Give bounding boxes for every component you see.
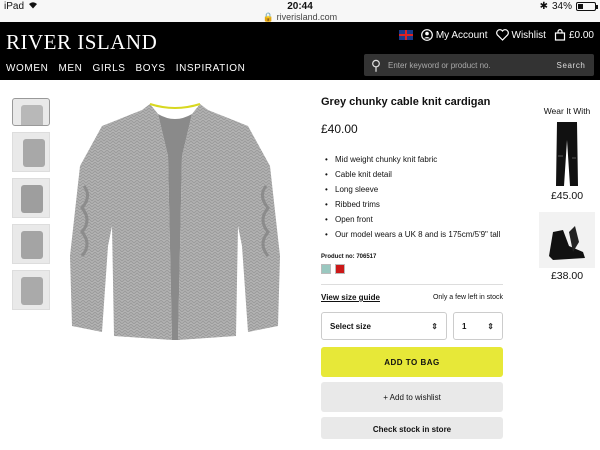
feature-item: Ribbed trims xyxy=(321,197,503,212)
product-price: £40.00 xyxy=(321,122,358,136)
nav-women[interactable]: WOMEN xyxy=(6,63,48,74)
feature-item: Our model wears a UK 8 and is 175cm/5'9"… xyxy=(321,227,503,242)
main-product-image[interactable] xyxy=(62,96,288,344)
updown-chevron-icon: ⇕ xyxy=(431,321,438,331)
selectors: Select size ⇕ 1 ⇕ xyxy=(321,312,503,340)
thumbnail-5[interactable] xyxy=(12,270,50,310)
size-select[interactable]: Select size ⇕ xyxy=(321,312,447,340)
nav-inspiration[interactable]: INSPIRATION xyxy=(176,63,246,74)
swatch-red[interactable] xyxy=(335,264,345,274)
wishlist-button[interactable]: Wishlist xyxy=(495,29,546,41)
heart-icon xyxy=(495,29,509,41)
back-thumb-image xyxy=(21,231,43,259)
search-input[interactable] xyxy=(388,60,548,70)
feature-item: Long sleeve xyxy=(321,182,503,197)
feature-item: Mid weight chunky knit fabric xyxy=(321,152,503,167)
feature-item: Open front xyxy=(321,212,503,227)
size-select-value: Select size xyxy=(330,321,371,331)
recommendation-price: £38.00 xyxy=(550,270,584,282)
swatch-grey[interactable] xyxy=(321,264,331,274)
search-bar: ⚲ Search xyxy=(364,54,594,76)
clock: 20:44 xyxy=(287,1,313,12)
feature-item: Cable knit detail xyxy=(321,167,503,182)
thumbnail-list xyxy=(12,98,52,316)
ios-status-bar: iPad 20:44 🔒 riverisland.com ✱ 34% xyxy=(0,0,600,22)
nav-girls[interactable]: GIRLS xyxy=(92,63,125,74)
wear-it-with-panel: Wear It With £45.00 £38.00 xyxy=(538,106,596,292)
wishlist-label: Wishlist xyxy=(511,29,546,41)
site-header: RIVER ISLAND My Account Wishlist £0.00 W… xyxy=(0,22,600,80)
divider xyxy=(321,284,503,285)
side-thumb-image xyxy=(21,277,43,305)
bag-button[interactable]: £0.00 xyxy=(554,29,594,41)
model-thumb-image xyxy=(23,139,45,167)
bag-icon xyxy=(554,29,566,41)
detail-thumb-image xyxy=(21,185,43,213)
size-row: View size guide Only a few left in stock xyxy=(321,293,503,302)
recommendation-item[interactable]: £45.00 xyxy=(538,120,596,202)
add-to-bag-button[interactable]: ADD TO BAG xyxy=(321,347,503,377)
add-to-wishlist-button[interactable]: + Add to wishlist xyxy=(321,382,503,412)
account-icon xyxy=(420,29,433,41)
sandals-image xyxy=(539,212,595,268)
wear-it-with-title: Wear It With xyxy=(543,106,591,116)
nav-men[interactable]: MEN xyxy=(58,63,82,74)
updown-chevron-icon: ⇕ xyxy=(487,321,494,331)
product-number: Product no: 706517 xyxy=(321,254,377,260)
search-icon[interactable]: ⚲ xyxy=(364,57,388,74)
thumbnail-2[interactable] xyxy=(12,132,50,172)
my-account-label: My Account xyxy=(435,29,488,41)
cardigan-image xyxy=(70,103,280,340)
search-button[interactable]: Search xyxy=(548,61,594,70)
thumbnail-1[interactable] xyxy=(12,98,50,126)
nav-boys[interactable]: BOYS xyxy=(136,63,166,74)
url-text: riverisland.com xyxy=(276,12,338,22)
size-guide-link[interactable]: View size guide xyxy=(321,293,380,302)
main-nav: WOMEN MEN GIRLS BOYS INSPIRATION xyxy=(6,63,245,74)
cardigan-thumb-image xyxy=(21,105,43,125)
thumbnail-4[interactable] xyxy=(12,224,50,264)
check-stock-button[interactable]: Check stock in store xyxy=(321,417,503,439)
thumbnail-3[interactable] xyxy=(12,178,50,218)
recommendation-price: £45.00 xyxy=(550,190,584,202)
site-logo[interactable]: RIVER ISLAND xyxy=(6,30,157,55)
jeans-image xyxy=(556,122,578,186)
feature-list: Mid weight chunky knit fabric Cable knit… xyxy=(321,152,503,242)
lock-icon: 🔒 xyxy=(262,12,275,22)
uk-flag-icon[interactable] xyxy=(398,30,413,40)
product-title: Grey chunky cable knit cardigan xyxy=(321,96,491,108)
bag-total: £0.00 xyxy=(568,29,594,41)
color-swatches xyxy=(321,264,503,274)
product-info-panel: Grey chunky cable knit cardigan £40.00 M… xyxy=(321,96,503,439)
my-account-button[interactable]: My Account xyxy=(420,29,488,41)
quantity-select[interactable]: 1 ⇕ xyxy=(453,312,503,340)
battery-percent: 34% xyxy=(551,1,572,12)
bluetooth-icon: ✱ xyxy=(539,1,548,12)
battery-icon xyxy=(576,2,598,11)
recommendation-item[interactable]: £38.00 xyxy=(538,212,596,282)
stock-note: Only a few left in stock xyxy=(432,294,503,301)
quantity-value: 1 xyxy=(462,321,467,331)
